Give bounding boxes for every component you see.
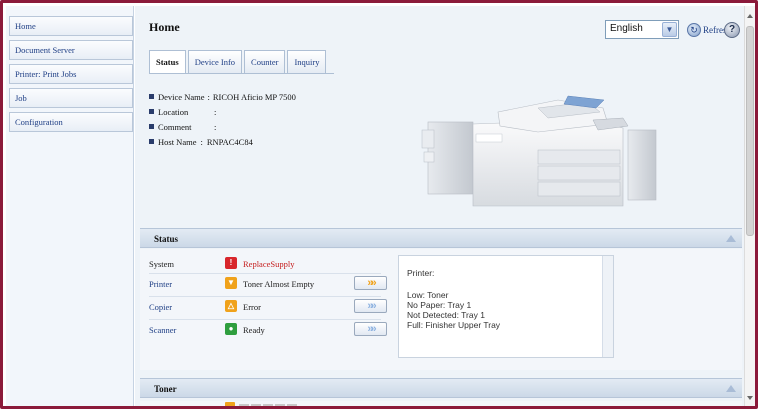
copier-status-text: Error: [243, 302, 261, 312]
device-name-row: Device Name : RICOH Aficio MP 7500: [149, 89, 296, 104]
copier-detail-button[interactable]: »»: [354, 299, 387, 313]
chevron-down-icon[interactable]: ▼: [662, 22, 677, 37]
toner-cell: [263, 404, 273, 406]
status-section-title: Status: [154, 234, 179, 244]
tab-counter[interactable]: Counter: [244, 50, 286, 74]
window-frame: Home Document Server Printer: Print Jobs…: [0, 0, 758, 409]
replace-supply-icon: !: [225, 257, 237, 269]
scroll-thumb[interactable]: [746, 26, 754, 236]
row-divider: [149, 319, 381, 320]
comment-row: Comment :: [149, 119, 296, 134]
status-row-scanner: Scanner ● Ready »»: [149, 321, 387, 341]
scanner-detail-button[interactable]: »»: [354, 322, 387, 336]
scanner-link[interactable]: Scanner: [149, 325, 176, 335]
sidebar-item-job[interactable]: Job: [9, 88, 133, 108]
bullet-icon: [149, 124, 154, 129]
device-name-value: RICOH Aficio MP 7500: [212, 91, 296, 102]
printer-detail-button[interactable]: »»: [354, 276, 387, 290]
device-name-label: Device Name: [158, 91, 205, 102]
main-content: Home English ▼ ↻ Refresh ? Status Device…: [135, 6, 744, 406]
detail-heading: Printer:: [407, 268, 435, 278]
detail-line: Not Detected: Tray 1: [407, 310, 485, 320]
bullet-icon: [149, 139, 154, 144]
page-scrollbar[interactable]: [744, 6, 755, 406]
tab-divider: [149, 73, 334, 74]
toner-section-header[interactable]: Toner: [140, 378, 742, 398]
host-name-value: RNPAC4C84: [206, 136, 253, 147]
status-area: System ! ReplaceSupply Printer ▼ Toner A…: [140, 249, 742, 370]
location-row: Location :: [149, 104, 296, 119]
host-name-row: Host Name : RNPAC4C84: [149, 134, 296, 149]
detail-line: Full: Finisher Upper Tray: [407, 320, 501, 330]
bullet-icon: [149, 94, 154, 99]
printer-image: [421, 95, 657, 207]
sidebar-item-home[interactable]: Home: [9, 16, 133, 36]
refresh-icon: ↻: [687, 23, 701, 37]
status-detail-box[interactable]: Printer: Low: Toner No Paper: Tray 1 Not…: [398, 255, 614, 358]
language-select[interactable]: English ▼: [605, 20, 679, 39]
toner-area: [140, 401, 742, 406]
ready-icon: ●: [225, 323, 237, 335]
error-icon: △: [225, 300, 237, 312]
system-label: System: [149, 259, 175, 269]
scanner-status-text: Ready: [243, 325, 265, 335]
row-divider: [149, 296, 381, 297]
status-row-printer: Printer ▼ Toner Almost Empty »»: [149, 275, 387, 295]
status-row-copier: Copier △ Error »»: [149, 298, 387, 318]
toner-warning-icon: ▼: [225, 277, 237, 289]
copier-link[interactable]: Copier: [149, 302, 172, 312]
toner-cell: [239, 404, 249, 406]
page-title: Home: [149, 20, 180, 34]
printer-link[interactable]: Printer: [149, 279, 172, 289]
collapse-up-icon[interactable]: [726, 235, 736, 242]
row-divider: [149, 273, 381, 274]
collapse-up-icon[interactable]: [726, 385, 736, 392]
language-value: English: [610, 23, 643, 34]
location-label: Location: [158, 106, 189, 117]
detail-line: Low: Toner: [407, 290, 449, 300]
sidebar-item-printer-print-jobs[interactable]: Printer: Print Jobs: [9, 64, 133, 84]
bullet-icon: [149, 109, 154, 114]
detail-scrollbar[interactable]: [602, 256, 613, 357]
system-status-text: ReplaceSupply: [243, 259, 295, 269]
status-section-header[interactable]: Status: [140, 228, 742, 248]
scroll-down-icon[interactable]: [747, 396, 753, 400]
help-icon[interactable]: ?: [724, 22, 740, 38]
device-info-list: Device Name : RICOH Aficio MP 7500 Locat…: [149, 89, 296, 149]
location-sep: :: [214, 106, 217, 117]
sidebar: Home Document Server Printer: Print Jobs…: [6, 6, 134, 406]
sidebar-item-configuration[interactable]: Configuration: [9, 112, 133, 132]
toner-section-title: Toner: [154, 384, 177, 394]
scroll-up-icon[interactable]: [747, 14, 753, 18]
toner-cell: [275, 404, 285, 406]
toner-cell: [287, 404, 297, 406]
tab-device-info[interactable]: Device Info: [187, 50, 243, 74]
sidebar-item-document-server[interactable]: Document Server: [9, 40, 133, 60]
status-row-system: System ! ReplaceSupply: [149, 255, 379, 275]
host-name-label: Host Name: [158, 136, 197, 147]
device-name-sep: :: [207, 91, 210, 102]
printer-status-text: Toner Almost Empty: [243, 279, 315, 289]
tab-inquiry[interactable]: Inquiry: [287, 50, 327, 74]
toner-warning-icon: [225, 402, 235, 406]
host-name-sep: :: [200, 136, 203, 147]
tab-status[interactable]: Status: [149, 50, 186, 74]
toner-cell: [251, 404, 261, 406]
comment-sep: :: [214, 121, 217, 132]
toner-level-bar: [239, 404, 297, 406]
tab-bar: Status Device Info Counter Inquiry: [149, 50, 327, 74]
detail-line: No Paper: Tray 1: [407, 300, 472, 310]
comment-label: Comment: [158, 121, 192, 132]
